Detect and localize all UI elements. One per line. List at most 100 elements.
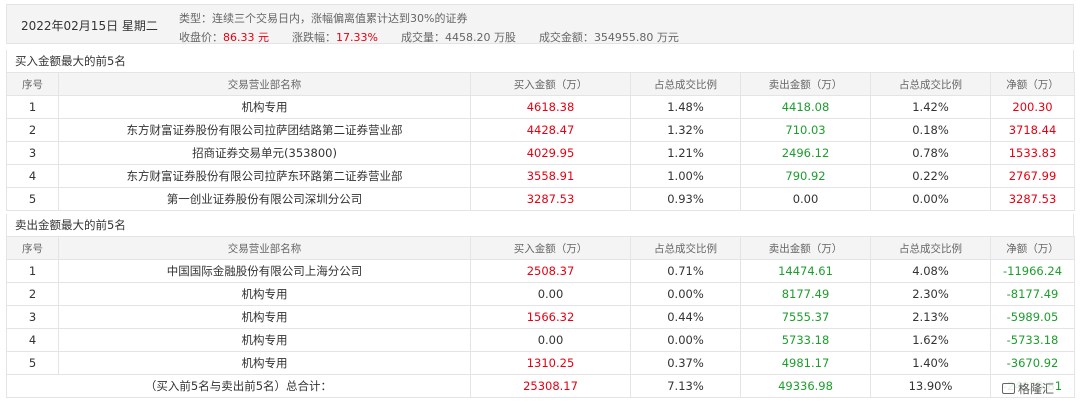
cell-sell-amount: 790.92 (740, 164, 871, 188)
table-row: 2 东方财富证券股份有限公司拉萨团结路第二证券营业部 4428.47 1.32% 710… (6, 118, 1075, 142)
cell-rank: 5 (6, 187, 59, 211)
cell-sell-ratio: 0.78% (870, 141, 991, 165)
column-header-rank: 序号 (6, 236, 59, 260)
buy-section-title: 买入金额最大的前5名 (6, 50, 1074, 72)
sell-table: 序号 交易营业部名称 买入金额（万） 占总成交比例 卖出金额（万） 占总成交比例 净额（万）… (6, 236, 1075, 398)
watermark-logo: 格隆汇 (999, 380, 1056, 397)
cell-net-amount: -5733.18 (990, 328, 1075, 352)
close-label: 收盘价： (179, 31, 223, 44)
column-header-net-amount: 净额（万） (990, 236, 1075, 260)
cell-sell-ratio: 0.00% (870, 187, 991, 211)
cell-branch-name: 中国国际金融股份有限公司上海分公司 (58, 259, 471, 283)
cell-sell-amount: 14474.61 (740, 259, 871, 283)
total-buy-amount: 25308.17 (470, 374, 631, 398)
cell-sell-amount: 0.00 (740, 187, 871, 211)
column-header-branch-name: 交易营业部名称 (58, 72, 471, 96)
cell-sell-amount: 4981.17 (740, 351, 871, 375)
cell-buy-amount: 1566.32 (470, 305, 631, 329)
cell-buy-amount: 4029.95 (470, 141, 631, 165)
cell-sell-amount: 710.03 (740, 118, 871, 142)
cell-sell-amount: 8177.49 (740, 282, 871, 306)
cell-sell-ratio: 1.62% (870, 328, 991, 352)
cell-rank: 4 (6, 164, 59, 188)
cell-sell-ratio: 4.08% (870, 259, 991, 283)
cell-sell-amount: 7555.37 (740, 305, 871, 329)
column-header-buy-ratio: 占总成交比例 (630, 236, 741, 260)
cell-branch-name: 机构专用 (58, 351, 471, 375)
cell-branch-name: 东方财富证券股份有限公司拉萨团结路第二证券营业部 (58, 118, 471, 142)
total-sell-ratio: 13.90% (870, 374, 991, 398)
cell-sell-ratio: 1.40% (870, 351, 991, 375)
cell-sell-ratio: 2.13% (870, 305, 991, 329)
amount-value: 354955.80 万元 (593, 31, 679, 44)
cell-branch-name: 招商证券交易单元(353800) (58, 141, 471, 165)
logo-icon (1001, 383, 1015, 394)
amount-label: 成交金额： (538, 31, 594, 44)
cell-buy-ratio: 0.71% (630, 259, 741, 283)
table-row: 5 第一创业证券股份有限公司深圳分公司 3287.53 0.93% 0.00 0.00% 3… (6, 187, 1075, 211)
cell-rank: 4 (6, 328, 59, 352)
cell-rank: 2 (6, 118, 59, 142)
cell-rank: 1 (6, 259, 59, 283)
cell-net-amount: 3718.44 (990, 118, 1075, 142)
column-header-buy-amount: 买入金额（万） (470, 72, 631, 96)
cell-buy-ratio: 1.21% (630, 141, 741, 165)
total-buy-ratio: 7.13% (630, 374, 741, 398)
cell-sell-ratio: 0.18% (870, 118, 991, 142)
cell-branch-name: 机构专用 (58, 305, 471, 329)
cell-buy-ratio: 1.32% (630, 118, 741, 142)
total-row: （买入前5名与卖出前5名）总合计： 25308.17 7.13% 49336.98 13… (6, 374, 1075, 398)
type-value: 连续三个交易日内，涨幅偏离值累计达到30%的证券 (212, 12, 468, 25)
watermark-text: 格隆汇 (1017, 382, 1054, 396)
cell-sell-amount: 4418.08 (740, 95, 871, 119)
column-header-sell-ratio: 占总成交比例 (870, 72, 991, 96)
cell-net-amount: 3287.53 (990, 187, 1075, 211)
table-row: 3 招商证券交易单元(353800) 4029.95 1.21% 2496.12 0.78… (6, 141, 1075, 165)
buy-table: 序号 交易营业部名称 买入金额（万） 占总成交比例 卖出金额（万） 占总成交比例 净额（万）… (6, 72, 1075, 211)
cell-net-amount: 1533.83 (990, 141, 1075, 165)
table-row: 4 机构专用 0.00 0.00% 5733.18 1.62% -5733.18 (6, 328, 1075, 352)
type-line: 类型：连续三个交易日内，涨幅偏离值累计达到30%的证券 (179, 10, 467, 26)
column-header-net-amount: 净额（万） (990, 72, 1075, 96)
table-row: 4 东方财富证券股份有限公司拉萨东环路第二证券营业部 3558.91 1.00% 790… (6, 164, 1075, 188)
cell-rank: 2 (6, 282, 59, 306)
cell-rank: 3 (6, 305, 59, 329)
table-row: 1 机构专用 4618.38 1.48% 4418.08 1.42% 200.30 (6, 95, 1075, 119)
sell-section-title: 卖出金额最大的前5名 (6, 214, 1074, 236)
total-label: （买入前5名与卖出前5名）总合计： (6, 374, 471, 398)
column-header-buy-amount: 买入金额（万） (470, 236, 631, 260)
volume-value: 4458.20 万股 (444, 31, 516, 44)
cell-net-amount: -5989.05 (990, 305, 1075, 329)
cell-rank: 1 (6, 95, 59, 119)
cell-branch-name: 机构专用 (58, 282, 471, 306)
column-header-rank: 序号 (6, 72, 59, 96)
cell-buy-ratio: 1.00% (630, 164, 741, 188)
cell-sell-ratio: 1.42% (870, 95, 991, 119)
cell-buy-amount: 2508.37 (470, 259, 631, 283)
cell-net-amount: -11966.24 (990, 259, 1075, 283)
change-value: 17.33% (336, 31, 378, 44)
cell-buy-ratio: 0.44% (630, 305, 741, 329)
cell-buy-amount: 3558.91 (470, 164, 631, 188)
cell-buy-ratio: 0.00% (630, 282, 741, 306)
close-value: 86.33 元 (223, 31, 269, 44)
cell-buy-ratio: 1.48% (630, 95, 741, 119)
column-header-sell-amount: 卖出金额（万） (740, 72, 871, 96)
cell-buy-amount: 1310.25 (470, 351, 631, 375)
table-row: 1 中国国际金融股份有限公司上海分公司 2508.37 0.71% 14474.61 4.… (6, 259, 1075, 283)
cell-buy-amount: 3287.53 (470, 187, 631, 211)
column-header-sell-ratio: 占总成交比例 (870, 236, 991, 260)
stats-line: 收盘价：86.33 元 涨跌幅：17.33% 成交量：4458.20 万股 成交… (179, 29, 679, 45)
cell-sell-amount: 2496.12 (740, 141, 871, 165)
volume-label: 成交量： (400, 31, 445, 44)
cell-net-amount: -3670.92 (990, 351, 1075, 375)
type-label: 类型： (179, 12, 212, 25)
cell-net-amount: 2767.99 (990, 164, 1075, 188)
cell-buy-amount: 0.00 (470, 328, 631, 352)
cell-buy-amount: 0.00 (470, 282, 631, 306)
cell-branch-name: 第一创业证券股份有限公司深圳分公司 (58, 187, 471, 211)
cell-buy-amount: 4428.47 (470, 118, 631, 142)
column-header-buy-ratio: 占总成交比例 (630, 72, 741, 96)
table-header-row: 序号 交易营业部名称 买入金额（万） 占总成交比例 卖出金额（万） 占总成交比例 净额（万） (6, 236, 1075, 260)
total-sell-amount: 49336.98 (740, 374, 871, 398)
